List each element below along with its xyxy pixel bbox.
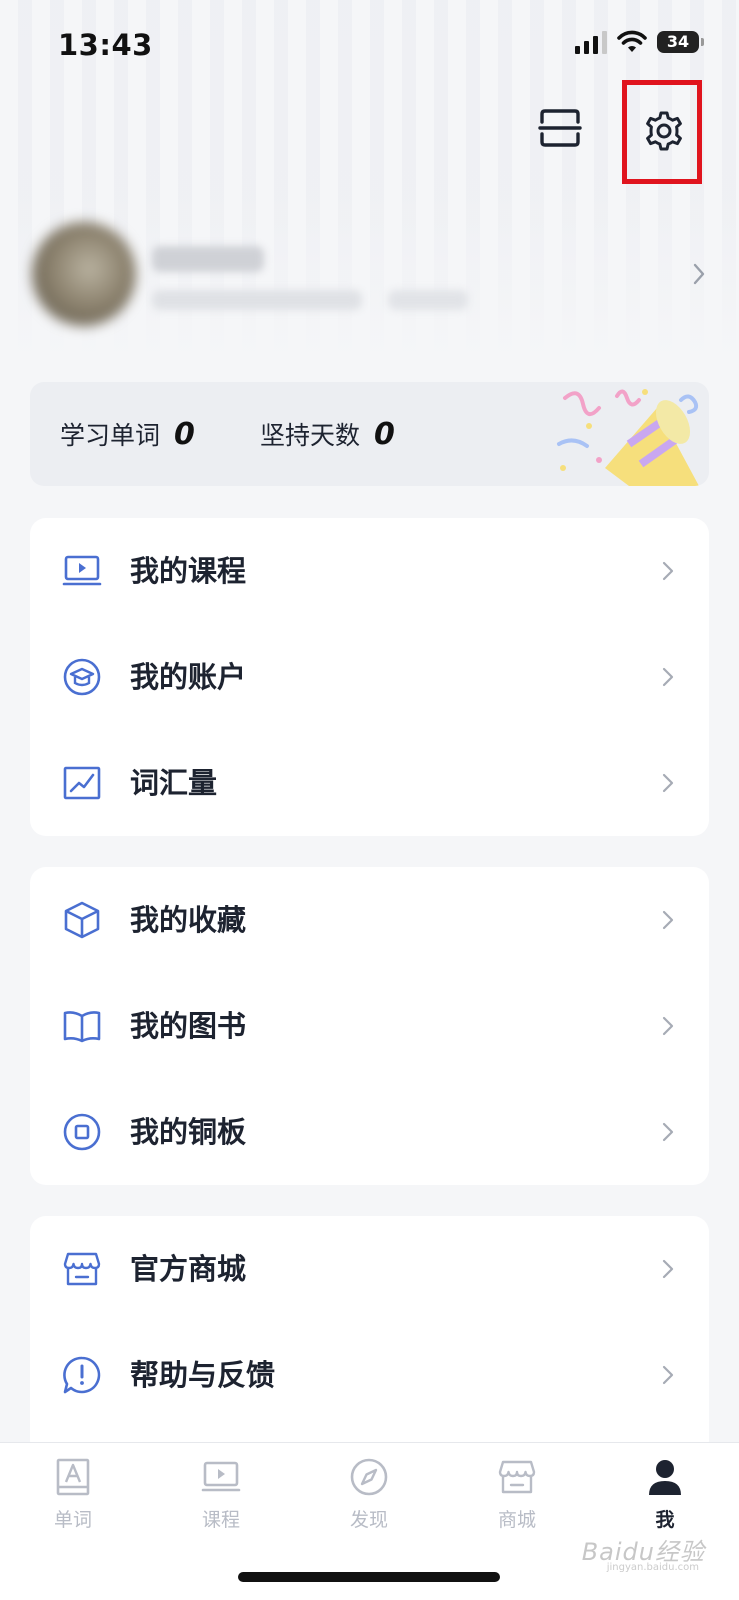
- chevron-right-icon: [662, 1365, 674, 1385]
- profile-row[interactable]: [30, 222, 710, 332]
- cellular-signal-icon: [575, 30, 607, 54]
- home-indicator[interactable]: [238, 1572, 500, 1582]
- tab-store[interactable]: 商城: [457, 1457, 577, 1532]
- watermark-url: jingyan.baidu.com: [606, 1562, 699, 1573]
- tab-words[interactable]: 单词: [13, 1457, 133, 1532]
- video-course-icon: [201, 1461, 241, 1492]
- chevron-right-icon: [662, 1016, 674, 1036]
- stat-words-value: 0: [174, 416, 195, 452]
- tab-me[interactable]: 我: [605, 1457, 725, 1532]
- chevron-right-icon: [662, 910, 674, 930]
- tab-label: 我: [655, 1509, 675, 1531]
- chevron-right-icon: [662, 667, 674, 687]
- box-icon: [64, 901, 100, 939]
- menu-item-label: 我的账户: [130, 660, 247, 694]
- stat-days-value: 0: [374, 416, 395, 452]
- learning-stats-banner: 学习单词 0 坚持天数 0: [30, 382, 709, 486]
- menu-item-help-feedback[interactable]: 帮助与反馈: [30, 1322, 709, 1428]
- store-icon: [498, 1460, 536, 1494]
- menu-card-learning: 我的课程 我的账户 词汇量: [30, 518, 709, 836]
- tab-discover[interactable]: 发现: [309, 1457, 429, 1532]
- menu-item-label: 我的课程: [130, 554, 247, 588]
- compass-icon: [350, 1458, 388, 1496]
- store-icon: [63, 1252, 101, 1286]
- blurred-username: [152, 246, 264, 272]
- stat-days: 坚持天数 0: [260, 382, 395, 486]
- menu-item-my-courses[interactable]: 我的课程: [30, 518, 709, 624]
- chevron-right-icon: [693, 263, 705, 285]
- open-book-icon: [63, 1011, 101, 1043]
- highlight-box: [622, 80, 702, 184]
- stat-days-label: 坚持天数: [260, 421, 361, 450]
- chevron-right-icon: [662, 773, 674, 793]
- help-bubble-icon: [63, 1356, 101, 1394]
- menu-item-label: 我的收藏: [130, 903, 247, 937]
- graduation-cap-icon: [63, 658, 101, 696]
- tab-label: 单词: [53, 1509, 92, 1531]
- video-course-icon: [62, 555, 102, 586]
- status-time: 13:43: [58, 28, 153, 62]
- menu-card-services: 官方商城 帮助与反馈: [30, 1216, 709, 1456]
- menu-item-label: 我的图书: [130, 1009, 247, 1043]
- wifi-icon: [617, 30, 647, 52]
- chevron-right-icon: [662, 1122, 674, 1142]
- stat-words: 学习单词 0: [60, 382, 195, 486]
- menu-item-official-store[interactable]: 官方商城: [30, 1216, 709, 1322]
- word-card-icon: [56, 1458, 90, 1496]
- menu-item-label: 我的铜板: [130, 1115, 247, 1149]
- party-popper-icon: [557, 389, 699, 486]
- menu-item-my-account[interactable]: 我的账户: [30, 624, 709, 730]
- chevron-right-icon: [662, 561, 674, 581]
- stat-words-label: 学习单词: [60, 421, 161, 450]
- person-icon: [649, 1460, 681, 1495]
- avatar[interactable]: [32, 222, 136, 326]
- tab-label: 商城: [497, 1509, 536, 1531]
- scan-icon: [538, 109, 582, 147]
- chevron-right-icon: [662, 1259, 674, 1279]
- me-page: 13:43 34 学习单词 0 坚持天数 0 我的课程 我的账户 词汇量 我的收…: [0, 0, 739, 1600]
- battery-indicator: 34: [657, 31, 704, 53]
- blurred-user-info: [152, 290, 362, 310]
- menu-item-vocabulary[interactable]: 词汇量: [30, 730, 709, 836]
- scan-button[interactable]: [538, 108, 582, 148]
- menu-item-my-favorites[interactable]: 我的收藏: [30, 867, 709, 973]
- menu-item-my-coins[interactable]: 我的铜板: [30, 1079, 709, 1185]
- menu-item-label: 官方商城: [130, 1252, 247, 1286]
- menu-card-collection: 我的收藏 我的图书 我的铜板: [30, 867, 709, 1185]
- coin-icon: [63, 1113, 101, 1151]
- trend-chart-icon: [63, 766, 101, 800]
- menu-item-my-books[interactable]: 我的图书: [30, 973, 709, 1079]
- status-icons: 34: [575, 30, 704, 54]
- blurred-user-extra: [388, 290, 468, 310]
- menu-item-label: 词汇量: [130, 766, 218, 800]
- tab-courses[interactable]: 课程: [161, 1457, 281, 1532]
- tab-label: 发现: [349, 1509, 388, 1531]
- menu-item-label: 帮助与反馈: [130, 1358, 276, 1392]
- tab-label: 课程: [201, 1509, 240, 1531]
